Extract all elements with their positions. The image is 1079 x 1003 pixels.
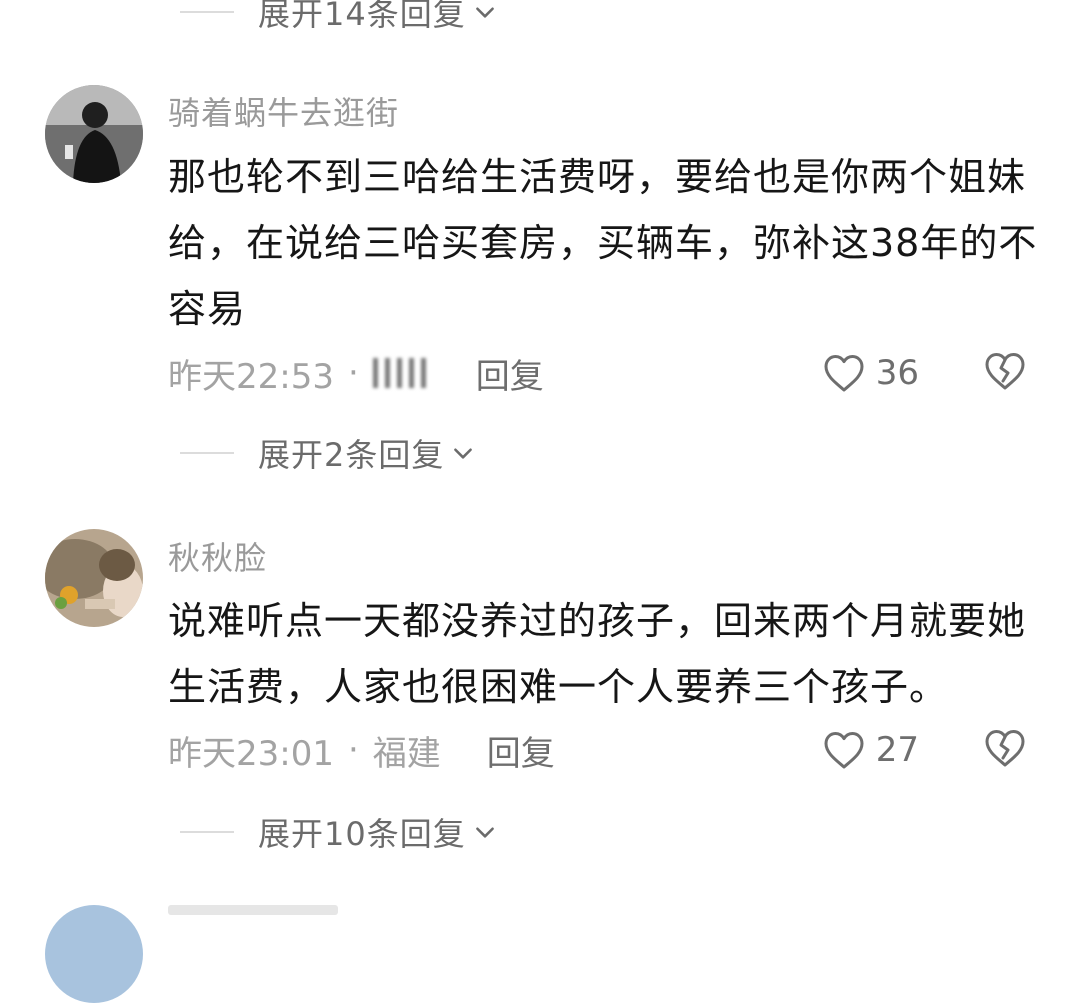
dislike-button[interactable] bbox=[983, 351, 1027, 395]
avatar[interactable] bbox=[45, 905, 143, 1003]
comment-meta: 昨天22:53 · 回复 bbox=[168, 349, 544, 398]
expand-replies-label: 展开2条回复 bbox=[258, 436, 445, 474]
heart-outline-icon bbox=[824, 732, 864, 769]
chevron-down-icon bbox=[475, 827, 494, 838]
avatar-image bbox=[45, 85, 143, 183]
like-count: 36 bbox=[875, 353, 919, 393]
comment-location: 福建 bbox=[372, 733, 441, 774]
chevron-down-icon bbox=[454, 448, 473, 459]
meta-separator: · bbox=[347, 730, 359, 770]
reply-button[interactable]: 回复 bbox=[476, 349, 544, 398]
avatar[interactable] bbox=[45, 529, 143, 627]
broken-heart-icon bbox=[985, 353, 1025, 390]
avatar[interactable] bbox=[45, 85, 143, 183]
comment-meta: 昨天23:01 · 福建 回复 bbox=[168, 726, 555, 775]
comment-time: 昨天23:01 bbox=[168, 733, 334, 774]
location-redacted bbox=[372, 358, 426, 388]
dislike-button[interactable] bbox=[983, 728, 1027, 772]
comment-time: 昨天22:53 bbox=[168, 356, 334, 397]
comment-content: 那也轮不到三哈给生活费呀，要给也是你两个姐妹给，在说给三哈买套房，买辆车，弥补这… bbox=[168, 155, 1038, 331]
comment-content: 说难听点一天都没养过的孩子，回来两个月就要她生活费，人家也很困难一个人要养三个孩… bbox=[168, 599, 1027, 709]
like-count: 27 bbox=[875, 730, 919, 770]
like-button[interactable]: 27 bbox=[822, 728, 919, 772]
comment-username[interactable]: 骑着蜗牛去逛街 bbox=[168, 88, 399, 134]
expand-replies[interactable]: 展开10条回复 bbox=[180, 812, 498, 853]
chevron-down-icon bbox=[475, 7, 494, 18]
like-button[interactable]: 36 bbox=[822, 351, 919, 395]
expand-divider bbox=[180, 831, 234, 833]
reply-button[interactable]: 回复 bbox=[487, 726, 555, 775]
expand-replies[interactable]: 展开2条回复 bbox=[180, 433, 476, 474]
broken-heart-icon bbox=[985, 730, 1025, 767]
heart-outline-icon bbox=[824, 355, 864, 392]
expand-replies-label: 展开14条回复 bbox=[258, 0, 466, 33]
meta-separator: · bbox=[347, 353, 359, 393]
expand-divider bbox=[180, 11, 234, 13]
username-placeholder bbox=[168, 905, 338, 915]
avatar-image bbox=[45, 529, 143, 627]
comment-username[interactable]: 秋秋脸 bbox=[168, 533, 267, 579]
expand-replies-label: 展开10条回复 bbox=[258, 815, 466, 853]
expand-replies-top[interactable]: 展开14条回复 bbox=[180, 0, 498, 33]
expand-divider bbox=[180, 452, 234, 454]
